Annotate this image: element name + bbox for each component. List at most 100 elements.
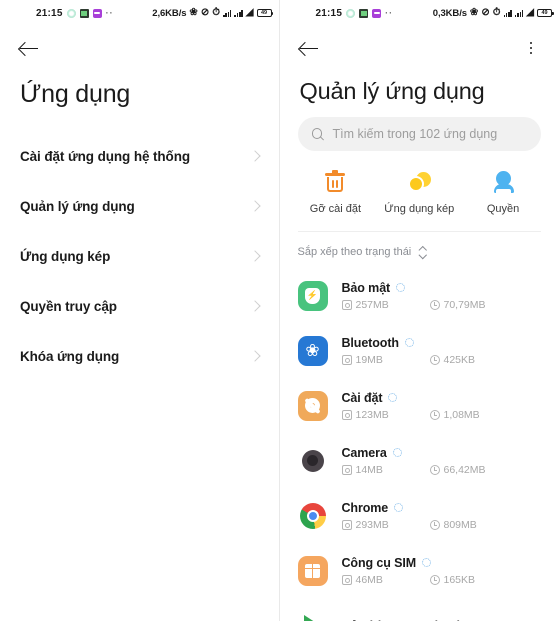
mute-icon: ⊘ — [481, 7, 490, 18]
wifi-icon: ◢ — [526, 7, 534, 18]
sidebar-item-manage-apps[interactable]: Quản lý ứng dụng — [0, 181, 279, 231]
bluetooth-icon: ❀ — [189, 7, 198, 18]
clock-icon — [429, 519, 440, 530]
app-list: Bảo mật 257MB 70,79MB — [280, 264, 559, 621]
list-item[interactable]: Bảo mật 257MB 70,79MB — [280, 268, 559, 323]
action-uninstall[interactable]: Gỡ cài đặt — [294, 169, 378, 215]
security-shield-icon — [297, 280, 328, 311]
list-item[interactable]: Camera 14MB 66,42MB — [280, 433, 559, 488]
battery-level-label: 49 — [260, 10, 268, 16]
camera-icon — [298, 446, 328, 476]
search-input[interactable]: Tìm kiếm trong 102 ứng dụng — [333, 127, 498, 141]
sidebar-item-permissions[interactable]: Quyền truy cập — [0, 281, 279, 331]
action-permissions[interactable]: Quyền — [461, 169, 545, 215]
app-stats: 46MB 165KB — [341, 573, 542, 586]
app-size-value: 46MB — [355, 573, 383, 586]
setting-label: Quản lý ứng dụng — [20, 198, 135, 214]
trash-icon — [322, 169, 348, 195]
list-item[interactable]: Công cụ SIM 46MB 165KB — [280, 543, 559, 598]
app-info: Chrome 293MB 809MB — [341, 501, 542, 531]
setting-label: Cài đặt ứng dụng hệ thống — [20, 148, 191, 164]
bluetooth-app-icon: ❀ — [297, 335, 328, 366]
chevron-right-icon — [248, 350, 261, 362]
signal-sim1-icon — [503, 9, 512, 17]
sort-arrows-icon — [417, 246, 426, 258]
more-options-icon[interactable] — [521, 38, 541, 58]
status-bar-right: 21:15 ·· 0,3KB/s ❀ ⊘ ⏱ ◢ 49 — [280, 0, 559, 26]
purple-app-icon — [92, 8, 102, 18]
notification-overflow-icon: ·· — [385, 8, 394, 18]
setting-label: Quyền truy cập — [20, 298, 117, 314]
app-stats: 293MB 809MB — [341, 518, 542, 531]
app-size-value: 14MB — [355, 463, 383, 476]
battery-saver-icon — [79, 8, 89, 18]
storage-icon — [341, 354, 352, 365]
mute-icon: ⊘ — [200, 7, 210, 18]
alarm-icon: ⏱ — [212, 7, 221, 18]
battery-level-label: 49 — [541, 10, 548, 16]
setting-label: Khóa ứng dụng — [20, 348, 120, 364]
sort-label: Sắp xếp theo trạng thái — [297, 246, 412, 258]
list-item[interactable]: Cửa hàng Google Play — [280, 598, 559, 621]
app-data-value: 1,08MB — [443, 408, 480, 421]
network-speed-label: 0,3KB/s — [432, 7, 467, 19]
app-name: Cài đặt — [341, 390, 383, 405]
page-title-right: Quản lý ứng dụng — [299, 78, 485, 104]
app-data-stat: 425KB — [429, 354, 475, 366]
app-stats: 14MB 66,42MB — [341, 463, 542, 476]
action-label: Ứng dụng kép — [384, 203, 455, 215]
back-arrow-icon[interactable] — [298, 37, 320, 59]
storage-icon — [341, 574, 352, 585]
search-bar[interactable]: Tìm kiếm trong 102 ứng dụng — [297, 117, 541, 151]
list-item[interactable]: ❀ Bluetooth 19MB 425KB — [280, 323, 559, 378]
app-info: Camera 14MB 66,42MB — [341, 445, 542, 476]
sidebar-item-app-lock[interactable]: Khóa ứng dụng — [0, 331, 279, 381]
clock-icon — [429, 354, 440, 365]
app-size-stat: 293MB — [341, 518, 430, 531]
loading-spinner-icon — [404, 338, 414, 347]
action-dual-apps[interactable]: Ứng dụng kép — [377, 169, 461, 215]
clock-time: 21:15 — [36, 7, 63, 19]
chevron-right-icon — [248, 150, 261, 162]
dual-screenshot-container: 21:15 ·· 2,6KB/s ❀ ⊘ ⏱ ◢ 49 Ứng dụng Cài… — [0, 0, 559, 621]
list-item[interactable]: Cài đặt 123MB 1,08MB — [280, 378, 559, 433]
list-item[interactable]: Chrome 293MB 809MB — [280, 488, 559, 543]
signal-sim2-icon — [514, 9, 524, 17]
app-info: Cài đặt 123MB 1,08MB — [341, 390, 542, 421]
search-icon — [311, 128, 324, 140]
action-label: Gỡ cài đặt — [309, 203, 362, 215]
app-data-value: 70,79MB — [443, 298, 486, 311]
google-play-icon — [298, 611, 328, 621]
quick-actions: Gỡ cài đặt Ứng dụng kép Quyền — [280, 169, 559, 215]
app-name: Camera — [341, 445, 387, 460]
app-data-stat: 1,08MB — [429, 408, 480, 421]
clock-icon — [429, 409, 440, 420]
app-name-line: Công cụ SIM — [342, 556, 542, 570]
chevron-right-icon — [248, 250, 261, 262]
app-size-value: 293MB — [355, 518, 389, 531]
loading-spinner-icon — [422, 558, 432, 567]
battery-icon: 49 — [256, 9, 273, 17]
loading-spinner-icon — [392, 448, 402, 457]
signal-sim2-icon — [234, 9, 243, 17]
app-size-stat: 123MB — [341, 408, 430, 421]
sidebar-item-system-app-settings[interactable]: Cài đặt ứng dụng hệ thống — [0, 131, 279, 181]
app-name: Công cụ SIM — [341, 555, 417, 570]
back-arrow-icon[interactable] — [18, 37, 40, 59]
status-bar-left: 21:15 ·· 2,6KB/s ❀ ⊘ ⏱ ◢ 49 — [0, 0, 279, 26]
app-stats: 123MB 1,08MB — [341, 408, 542, 421]
app-size-stat: 14MB — [341, 463, 430, 476]
storage-icon — [341, 519, 352, 530]
settings-gear-icon — [297, 390, 328, 421]
chevron-right-icon — [248, 200, 261, 212]
wifi-icon: ◢ — [245, 7, 254, 18]
app-size-stat: 19MB — [341, 354, 430, 366]
sort-selector[interactable]: Sắp xếp theo trạng thái — [280, 232, 559, 264]
sidebar-item-dual-apps[interactable]: Ứng dụng kép — [0, 231, 279, 281]
storage-icon — [341, 409, 352, 420]
bluetooth-icon: ❀ — [469, 7, 479, 18]
toolbar-left — [0, 26, 279, 70]
app-size-value: 123MB — [355, 408, 389, 421]
app-data-stat: 809MB — [429, 519, 477, 531]
status-bar-left-group: 21:15 ·· — [0, 8, 114, 19]
